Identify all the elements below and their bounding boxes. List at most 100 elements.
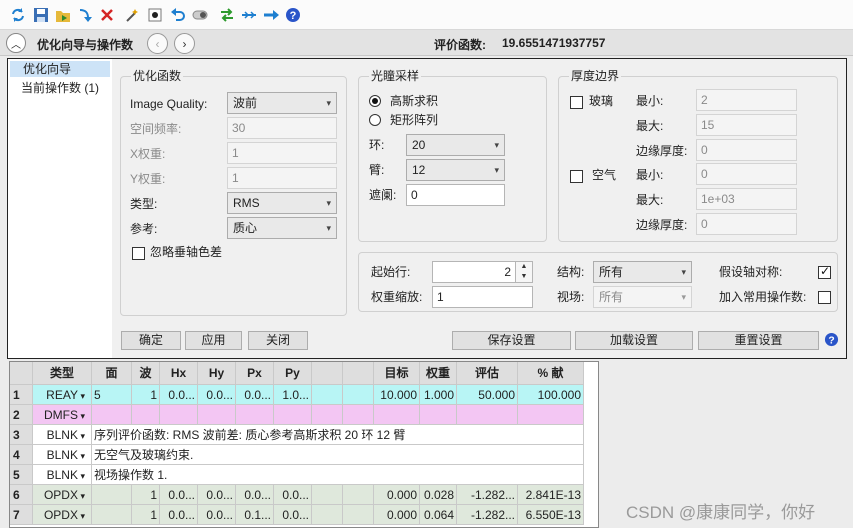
column-header[interactable]: % 献 (518, 362, 584, 385)
table-cell[interactable] (92, 405, 132, 425)
table-cell[interactable]: 100.000 (518, 385, 584, 405)
arrow-down-icon[interactable] (76, 6, 94, 24)
operand-type-cell[interactable]: REAY (33, 385, 92, 405)
table-cell[interactable]: 0.0... (198, 485, 236, 505)
column-header[interactable]: 评估 (457, 362, 518, 385)
operand-type-cell[interactable]: BLNK (33, 445, 92, 465)
comment-cell[interactable]: 视场操作数 1. (92, 465, 584, 485)
operand-type-cell[interactable]: BLNK (33, 425, 92, 445)
add-favorite-operands-checkbox[interactable] (818, 291, 831, 304)
collapse-button[interactable]: ︿ (6, 33, 26, 53)
table-cell[interactable] (132, 405, 160, 425)
operand-type-cell[interactable]: DMFS (33, 405, 92, 425)
insert-icon[interactable] (240, 6, 258, 24)
record-icon[interactable] (146, 6, 164, 24)
glass-edge-field[interactable]: 0 (696, 139, 797, 161)
column-header[interactable]: 类型 (33, 362, 92, 385)
table-cell[interactable]: 1 (132, 505, 160, 525)
table-cell[interactable] (343, 485, 374, 505)
table-cell[interactable] (343, 505, 374, 525)
field-select[interactable]: 所有 ▾ (593, 286, 692, 308)
refresh-icon[interactable] (9, 6, 27, 24)
table-cell[interactable]: 1.000 (420, 385, 457, 405)
reference-select[interactable]: 质心 ▾ (227, 217, 337, 239)
table-cell[interactable] (236, 405, 274, 425)
x-weight-field[interactable]: 1 (227, 142, 337, 164)
table-cell[interactable]: 0.0... (198, 385, 236, 405)
close-button[interactable]: 关闭 (248, 331, 308, 350)
help-icon[interactable]: ? (824, 332, 839, 347)
table-cell[interactable]: 1.0... (274, 385, 312, 405)
air-checkbox[interactable] (570, 170, 583, 183)
load-settings-button[interactable]: 加载设置 (575, 331, 693, 350)
table-cell[interactable]: 0.000 (374, 485, 420, 505)
row-header[interactable]: 2 (10, 405, 33, 425)
table-cell[interactable]: 0.000 (374, 505, 420, 525)
operand-type-cell[interactable]: OPDX (33, 485, 92, 505)
row-header[interactable]: 1 (10, 385, 33, 405)
undo-icon[interactable] (169, 6, 187, 24)
table-cell[interactable]: -1.282... (457, 485, 518, 505)
operand-type-cell[interactable]: BLNK (33, 465, 92, 485)
table-cell[interactable]: 1 (132, 385, 160, 405)
table-cell[interactable]: 50.000 (457, 385, 518, 405)
table-cell[interactable] (343, 405, 374, 425)
table-cell[interactable] (274, 405, 312, 425)
table-cell[interactable] (312, 505, 343, 525)
weight-scale-field[interactable]: 1 (432, 286, 533, 308)
ok-button[interactable]: 确定 (121, 331, 181, 350)
column-header[interactable]: Py (274, 362, 312, 385)
delete-icon[interactable] (98, 6, 116, 24)
next-icon[interactable] (262, 6, 280, 24)
table-cell[interactable] (518, 405, 584, 425)
comment-cell[interactable]: 无空气及玻璃约束. (92, 445, 584, 465)
table-cell[interactable]: 10.000 (374, 385, 420, 405)
table-cell[interactable] (457, 405, 518, 425)
operand-type-cell[interactable]: OPDX (33, 505, 92, 525)
table-cell[interactable]: 0.1... (236, 505, 274, 525)
column-header[interactable]: 权重 (420, 362, 457, 385)
gaussian-quadrature-radio[interactable] (369, 95, 381, 107)
arms-select[interactable]: 12 ▾ (406, 159, 505, 181)
reset-settings-button[interactable]: 重置设置 (698, 331, 819, 350)
y-weight-field[interactable]: 1 (227, 167, 337, 189)
table-cell[interactable]: 0.0... (160, 505, 198, 525)
table-cell[interactable]: 0.0... (160, 385, 198, 405)
nav-item-wizard[interactable]: 优化向导 (10, 61, 110, 77)
column-header[interactable]: 目标 (374, 362, 420, 385)
rectangular-array-radio[interactable] (369, 114, 381, 126)
comment-cell[interactable]: 序列评价函数: RMS 波前差: 质心参考高斯求积 20 环 12 臂 (92, 425, 584, 445)
ignore-lateral-color-checkbox[interactable] (132, 247, 145, 260)
table-cell[interactable]: 0.0... (274, 505, 312, 525)
type-select[interactable]: RMS ▾ (227, 192, 337, 214)
rings-select[interactable]: 20 ▾ (406, 134, 505, 156)
air-min-field[interactable]: 0 (696, 163, 797, 185)
table-cell[interactable]: 0.028 (420, 485, 457, 505)
table-cell[interactable] (420, 405, 457, 425)
table-cell[interactable] (92, 505, 132, 525)
back-button[interactable]: ‹ (147, 33, 168, 54)
help-icon[interactable]: ? (284, 6, 302, 24)
column-header[interactable]: Hy (198, 362, 236, 385)
table-cell[interactable] (312, 485, 343, 505)
row-header[interactable]: 5 (10, 465, 33, 485)
nav-item-operands[interactable]: 当前操作数 (1) (10, 80, 110, 96)
image-quality-select[interactable]: 波前 ▾ (227, 92, 337, 114)
spatial-frequency-field[interactable]: 30 (227, 117, 337, 139)
table-cell[interactable] (92, 485, 132, 505)
row-header[interactable]: 4 (10, 445, 33, 465)
assume-axial-symmetry-checkbox[interactable] (818, 264, 831, 279)
glass-min-field[interactable]: 2 (696, 89, 797, 111)
table-cell[interactable] (312, 385, 343, 405)
glass-checkbox[interactable] (570, 96, 583, 109)
table-cell[interactable]: 0.0... (198, 505, 236, 525)
table-cell[interactable]: 2.841E-13 (518, 485, 584, 505)
table-cell[interactable] (312, 405, 343, 425)
air-max-field[interactable]: 1e+03 (696, 188, 797, 210)
start-row-field[interactable]: 2 (432, 261, 516, 283)
apply-button[interactable]: 应用 (185, 331, 242, 350)
column-header[interactable]: Px (236, 362, 274, 385)
table-cell[interactable]: -1.282... (457, 505, 518, 525)
table-cell[interactable] (198, 405, 236, 425)
table-cell[interactable]: 6.550E-13 (518, 505, 584, 525)
